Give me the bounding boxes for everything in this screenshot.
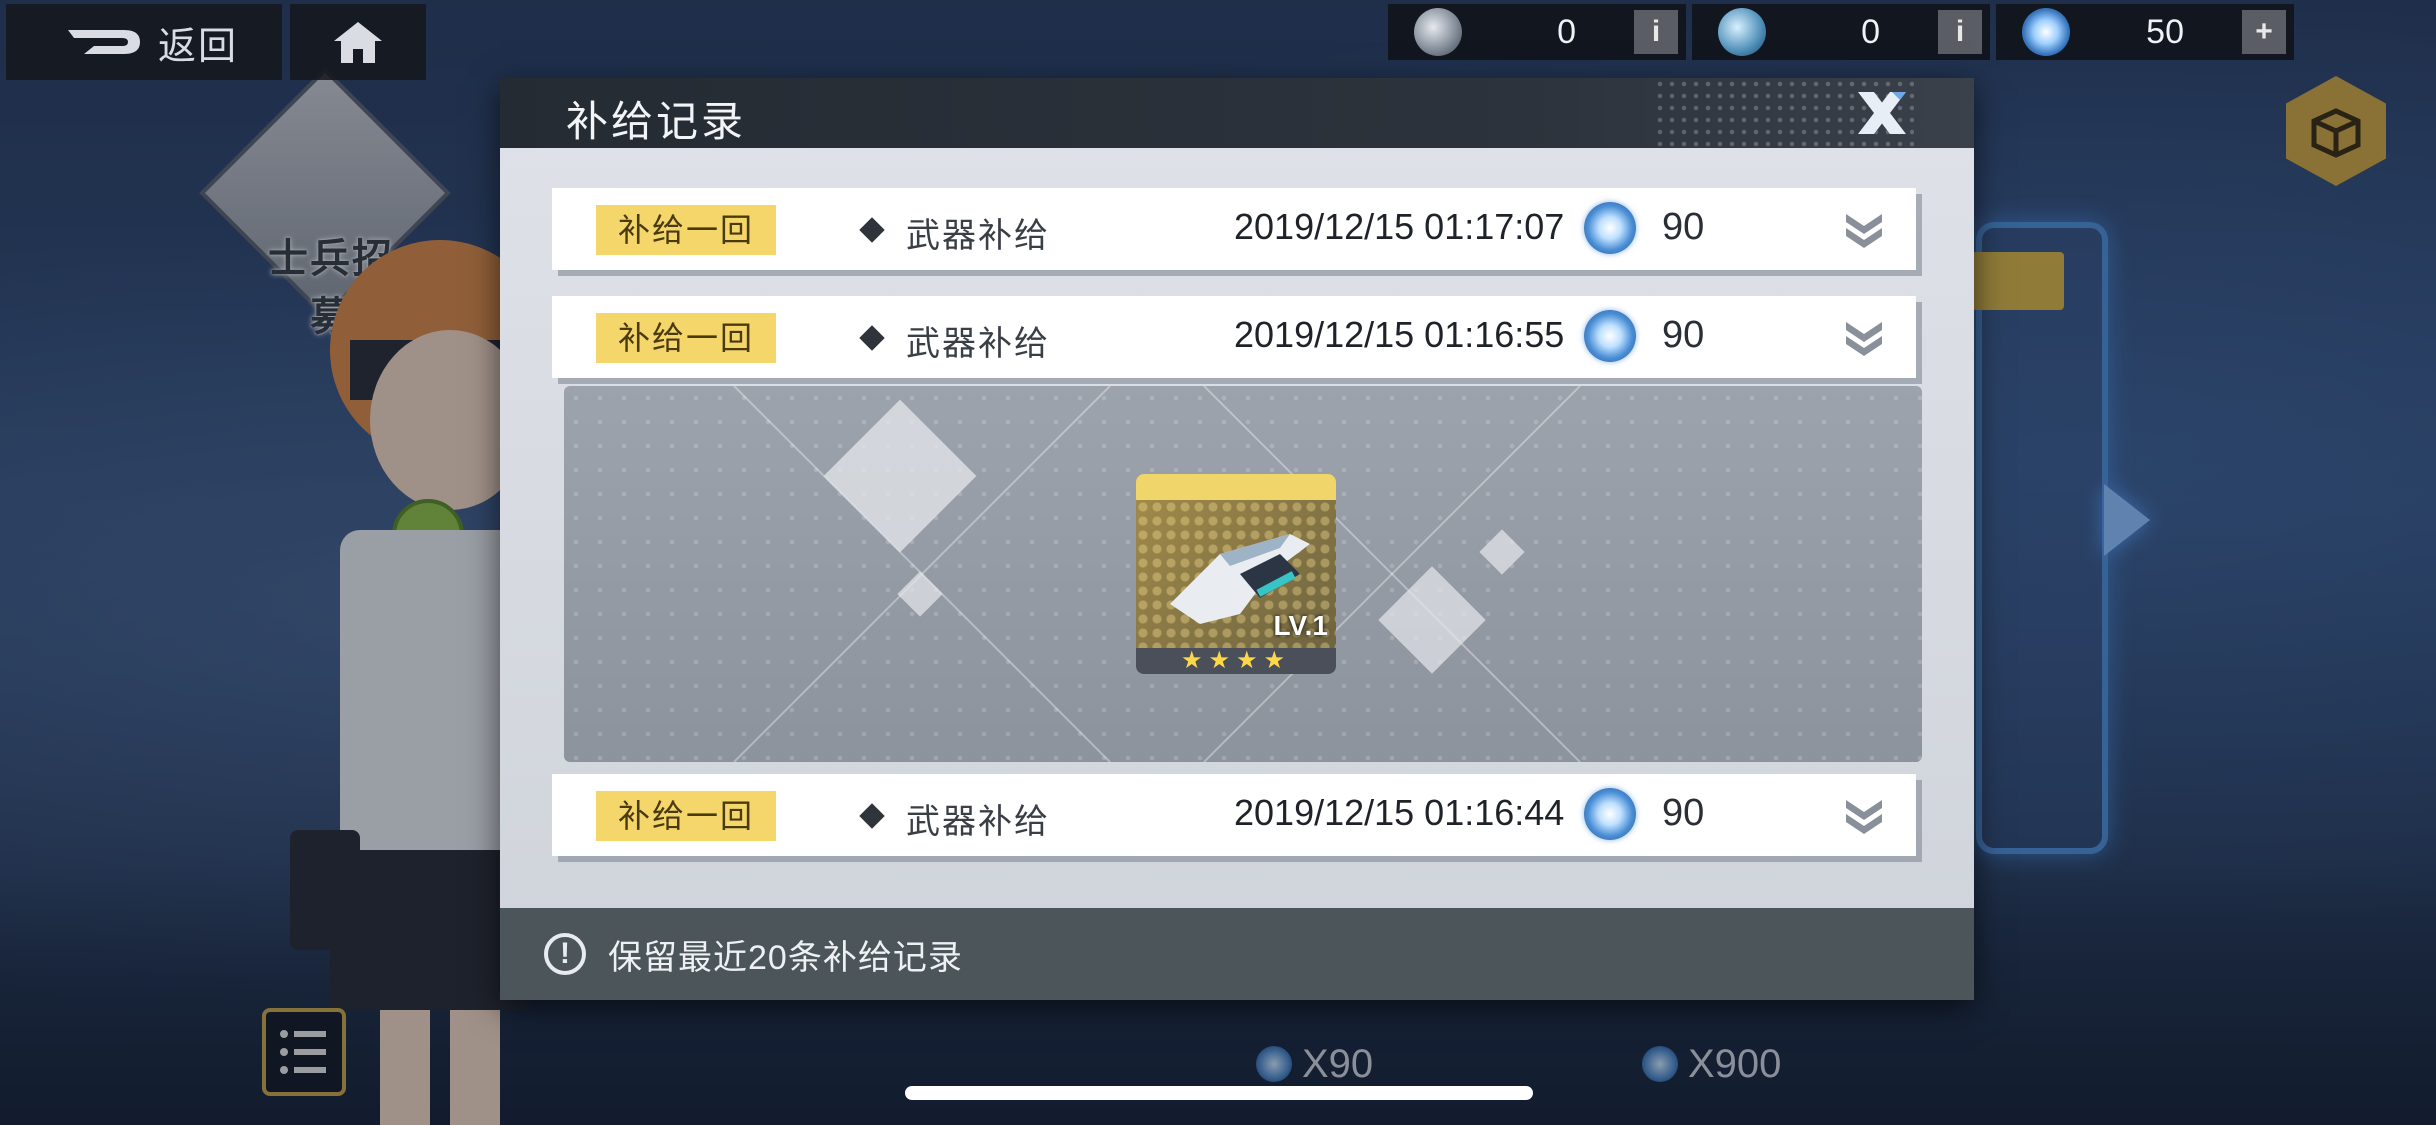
info-button[interactable]: i [1938, 10, 1982, 54]
record-row[interactable]: 补给一回 武器补给 2019/12/15 01:16:55 90 [552, 296, 1916, 378]
info-button[interactable]: i [1634, 10, 1678, 54]
supply-record-modal: 补给记录 补给一回 武器补给 2019/12/15 01:17:07 90 补给… [500, 78, 1974, 1000]
back-label: 返回 [158, 25, 239, 68]
warning-icon: ! [544, 933, 586, 975]
record-type: 武器补给 [906, 803, 1050, 841]
record-cost: 90 [1662, 206, 1705, 248]
modal-footer: ! 保留最近20条补给记录 [500, 908, 1974, 1000]
currency-silver: 0 i [1388, 4, 1686, 60]
crystal-gem-icon [1584, 310, 1636, 362]
record-badge: 补给一回 [596, 313, 776, 363]
record-badge: 补给一回 [596, 205, 776, 255]
home-button[interactable] [290, 4, 426, 80]
close-icon[interactable] [1852, 86, 1912, 140]
record-detail-panel: LV.1 ★★★★ [564, 386, 1922, 762]
record-cost: 90 [1662, 792, 1705, 834]
diamond-bullet-icon [859, 803, 885, 829]
currency-crystal: 50 + [1996, 4, 2294, 60]
record-cost: 90 [1662, 314, 1705, 356]
chevron-down-icon[interactable] [1842, 794, 1886, 836]
record-row[interactable]: 补给一回 武器补给 2019/12/15 01:17:07 90 [552, 188, 1916, 270]
currency-blue: 0 i [1692, 4, 1990, 60]
modal-title: 补给记录 [566, 98, 747, 145]
record-time: 2019/12/15 01:16:44 [1234, 792, 1565, 833]
home-icon [334, 22, 382, 63]
chevron-down-icon[interactable] [1842, 208, 1886, 250]
record-type: 武器补给 [906, 325, 1050, 363]
crystal-gem-icon [1584, 788, 1636, 840]
diamond-bullet-icon [859, 325, 885, 351]
crystal-gem-icon [2022, 8, 2070, 56]
item-stars: ★★★★ [1136, 648, 1336, 674]
item-rarity-strip [1136, 474, 1336, 500]
record-time: 2019/12/15 01:17:07 [1234, 206, 1565, 247]
record-time: 2019/12/15 01:16:55 [1234, 314, 1565, 355]
add-button[interactable]: + [2242, 10, 2286, 54]
chevron-down-icon[interactable] [1842, 316, 1886, 358]
record-type: 武器补给 [906, 217, 1050, 255]
back-arrow-icon [68, 30, 140, 54]
record-badge: 补给一回 [596, 791, 776, 841]
silver-coin-icon [1414, 8, 1462, 56]
blue-coin-icon [1718, 8, 1766, 56]
record-row[interactable]: 补给一回 武器补给 2019/12/15 01:16:44 90 [552, 774, 1916, 856]
footer-note: 保留最近20条补给记录 [608, 938, 963, 977]
item-level: LV.1 [1273, 610, 1328, 641]
back-button[interactable]: 返回 [6, 4, 282, 80]
diamond-bullet-icon [859, 217, 885, 243]
weapon-item-card[interactable]: LV.1 ★★★★ [1136, 474, 1336, 674]
crystal-gem-icon [1584, 202, 1636, 254]
home-indicator[interactable] [905, 1086, 1533, 1100]
modal-header: 补给记录 [500, 78, 1974, 148]
